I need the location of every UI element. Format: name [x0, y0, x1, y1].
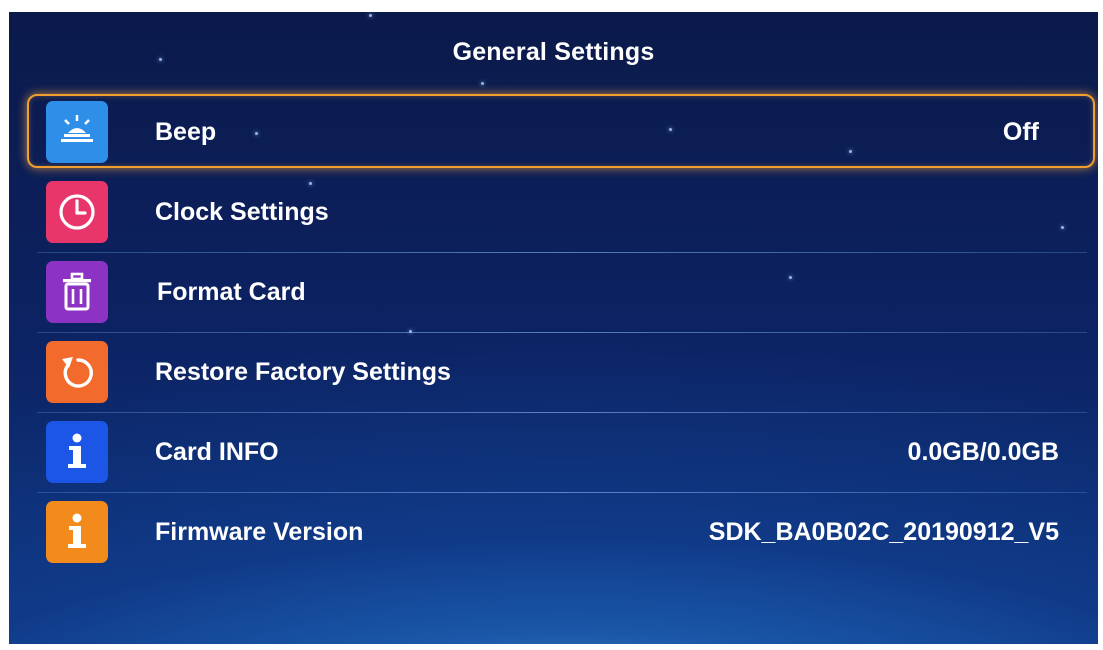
setting-row-card-info[interactable]: Card INFO 0.0GB/0.0GB	[37, 413, 1087, 493]
setting-value: Off	[1002, 118, 1039, 146]
setting-value: 0.0GB/0.0GB	[907, 438, 1059, 466]
setting-value: SDK_BA0B02C_20190912_V5	[708, 518, 1059, 546]
info-icon	[46, 501, 108, 563]
setting-label: Format Card	[157, 278, 306, 306]
setting-row-clock[interactable]: Clock Settings	[37, 173, 1087, 253]
page-title: General Settings	[452, 38, 655, 66]
restore-icon	[46, 341, 108, 403]
trash-icon	[46, 261, 108, 323]
setting-label: Beep	[155, 118, 217, 146]
info-icon	[46, 421, 108, 483]
setting-row-format-card[interactable]: Format Card	[37, 253, 1087, 333]
background-star	[481, 82, 484, 85]
settings-screen: General Settings Beep Off Clock Settings	[9, 12, 1098, 644]
clock-icon	[46, 181, 108, 243]
setting-label: Firmware Version	[155, 518, 364, 546]
setting-label: Restore Factory Settings	[155, 358, 451, 386]
setting-label: Card INFO	[155, 438, 279, 466]
background-star	[369, 14, 372, 17]
setting-row-firmware[interactable]: Firmware Version SDK_BA0B02C_20190912_V5	[37, 493, 1087, 573]
setting-row-beep[interactable]: Beep Off	[27, 93, 1095, 173]
beep-icon	[46, 101, 108, 163]
setting-label: Clock Settings	[155, 198, 329, 226]
setting-row-restore[interactable]: Restore Factory Settings	[37, 333, 1087, 413]
